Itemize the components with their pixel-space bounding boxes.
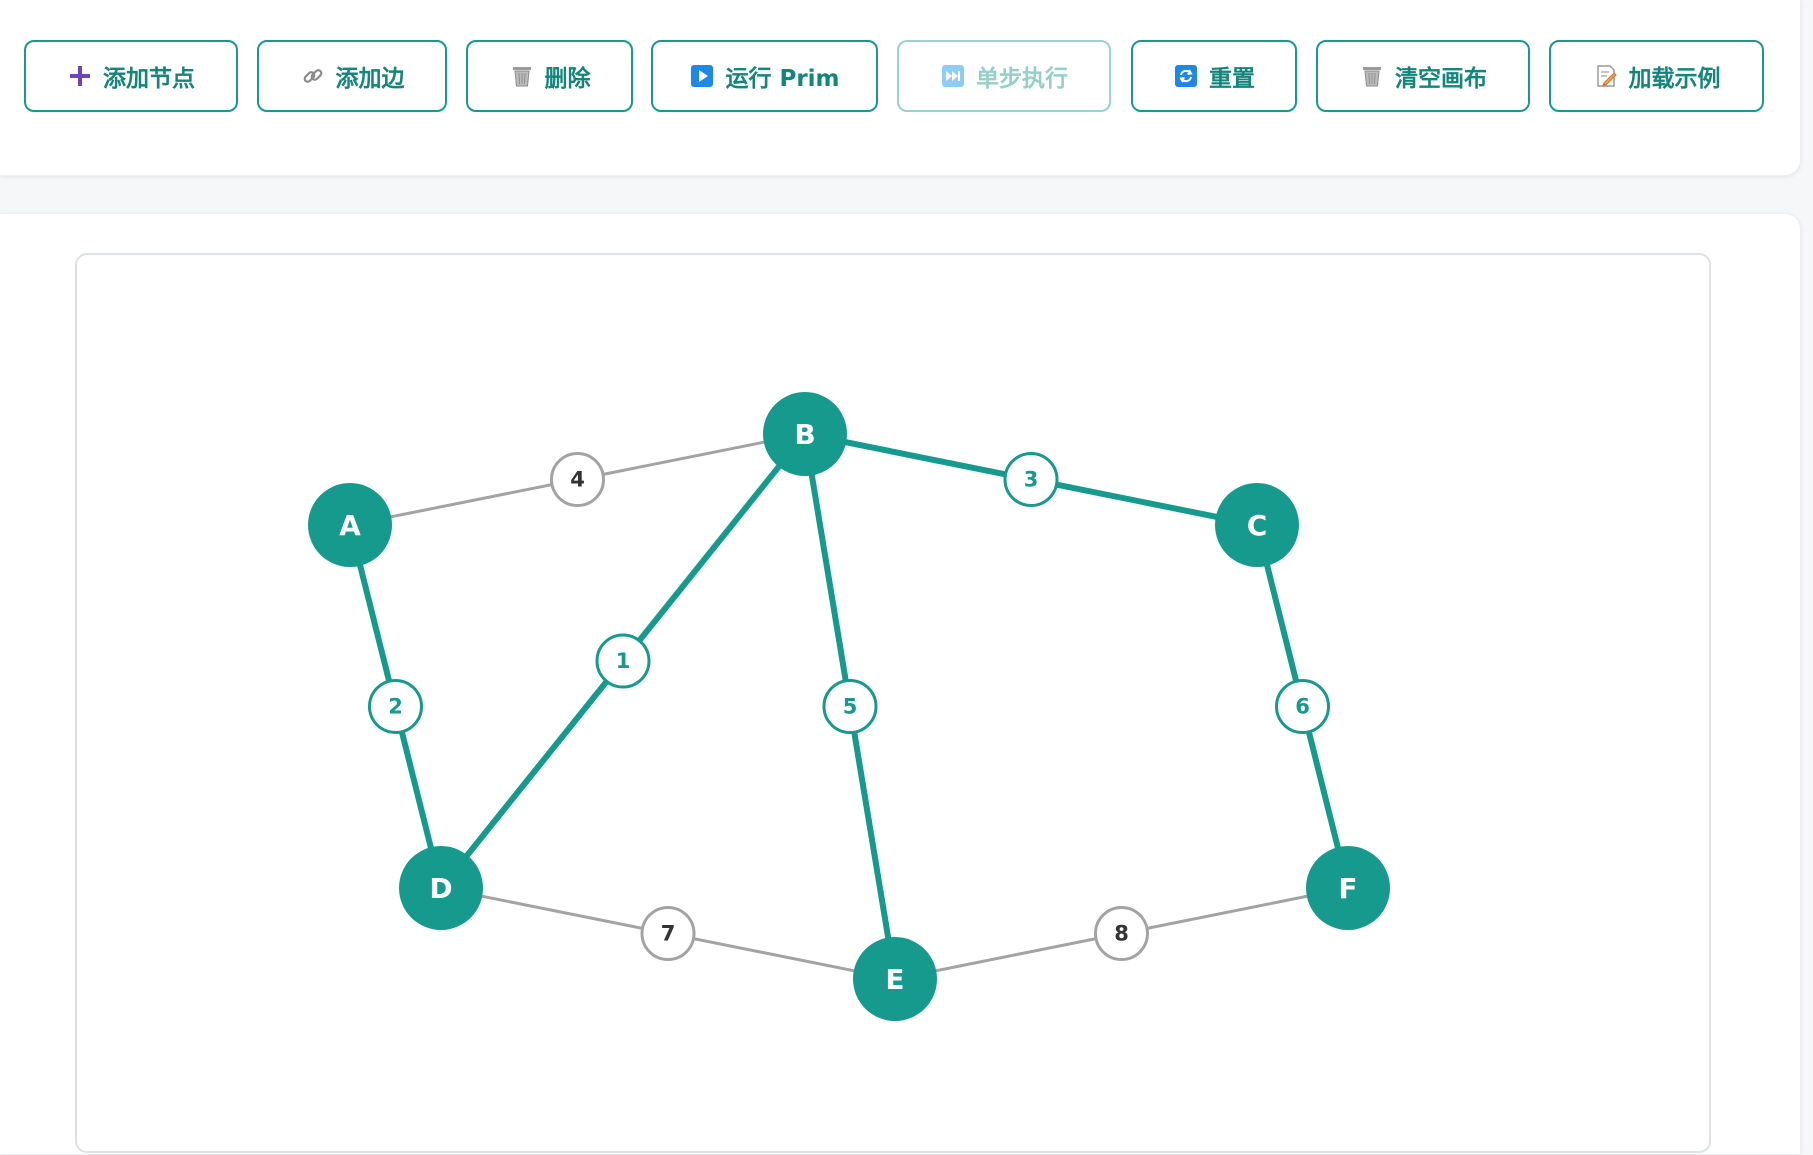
step-button[interactable]: 单步执行 <box>897 40 1111 112</box>
edge-weight-B-E: 5 <box>822 679 878 734</box>
edge-weight-label: 6 <box>1295 695 1310 719</box>
edge-weight-label: 7 <box>661 922 676 946</box>
node-label: F <box>1338 872 1357 905</box>
node-A[interactable]: A <box>308 483 392 567</box>
reset-label: 重置 <box>1209 66 1255 92</box>
delete-label: 删除 <box>544 66 591 92</box>
step-label: 单步执行 <box>976 66 1068 92</box>
node-label: B <box>794 418 815 451</box>
edge-weight-label: 4 <box>570 468 585 492</box>
memo-icon <box>1593 63 1619 89</box>
refresh-icon <box>1173 63 1199 89</box>
graph-canvas[interactable]: 4 3 2 1 5 6 7 8 A B C D E F <box>75 253 1711 1153</box>
edge-weight-label: 8 <box>1114 922 1129 946</box>
edge-weight-label: 1 <box>616 649 631 673</box>
edge-weight-label: 2 <box>388 695 403 719</box>
node-F[interactable]: F <box>1306 846 1390 930</box>
trash-icon <box>509 63 535 89</box>
delete-button[interactable]: 删除 <box>466 40 633 112</box>
add-node-label: 添加节点 <box>103 66 195 92</box>
run-prim-label: 运行 Prim <box>725 66 840 92</box>
fast-forward-icon <box>940 63 966 89</box>
clear-canvas-button[interactable]: 清空画布 <box>1316 40 1530 112</box>
node-B[interactable]: B <box>763 392 847 476</box>
load-example-label: 加载示例 <box>1628 66 1721 92</box>
node-C[interactable]: C <box>1215 483 1299 567</box>
edge-weight-B-C: 3 <box>1003 452 1059 507</box>
edge-weight-B-D: 1 <box>595 633 651 689</box>
node-E[interactable]: E <box>853 937 937 1021</box>
node-label: C <box>1247 509 1268 542</box>
node-D[interactable]: D <box>399 846 483 930</box>
edge-weight-A-B: 4 <box>550 452 605 507</box>
edge-weight-D-E: 7 <box>640 906 696 961</box>
graph-svg[interactable]: 4 3 2 1 5 6 7 8 A B C D E F <box>77 255 1713 1155</box>
toolbar: 添加节点 添加边 删除 运行 Prim 单步执行 重置 清空画布 加载示例 <box>0 0 1801 176</box>
plus-icon <box>67 63 93 89</box>
add-edge-label: 添加边 <box>335 66 405 92</box>
edge-weight-label: 5 <box>843 695 858 719</box>
add-edge-button[interactable]: 添加边 <box>257 40 447 112</box>
clear-canvas-label: 清空画布 <box>1395 66 1487 92</box>
run-prim-button[interactable]: 运行 Prim <box>651 40 878 112</box>
node-label: D <box>429 872 452 905</box>
play-icon <box>689 63 715 89</box>
load-example-button[interactable]: 加载示例 <box>1549 40 1764 112</box>
edge-weight-E-F: 8 <box>1094 906 1149 961</box>
edge-weight-label: 3 <box>1024 468 1039 492</box>
edge-weight-A-D: 2 <box>368 679 423 734</box>
reset-button[interactable]: 重置 <box>1131 40 1297 112</box>
link-icon <box>300 63 326 89</box>
node-label: E <box>885 963 904 996</box>
add-node-button[interactable]: 添加节点 <box>24 40 238 112</box>
node-label: A <box>339 509 361 542</box>
trash-icon <box>1359 63 1385 89</box>
edge-weight-C-F: 6 <box>1275 679 1330 734</box>
